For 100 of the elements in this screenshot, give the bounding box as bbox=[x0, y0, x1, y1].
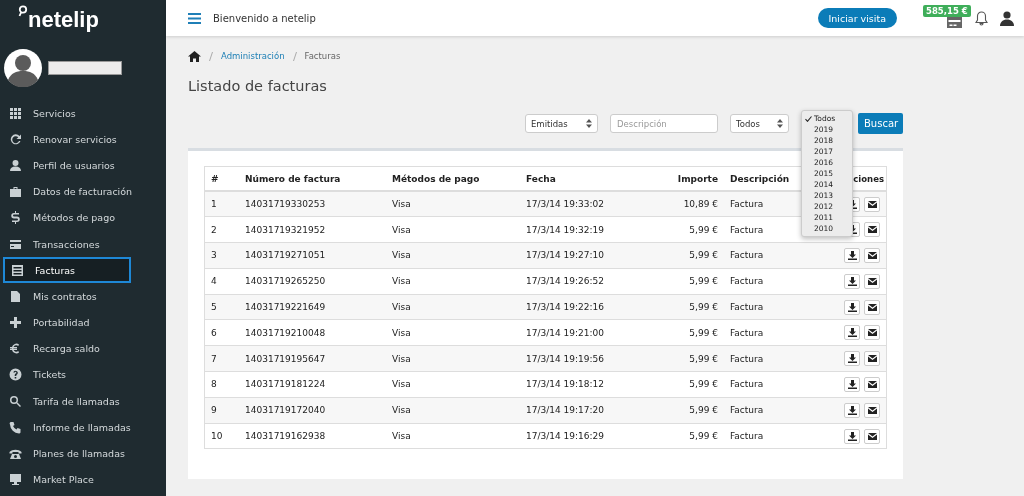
bell-icon[interactable] bbox=[975, 10, 988, 26]
sidebar-item[interactable]: Market Place bbox=[0, 466, 166, 493]
table-cell: 10,89 € bbox=[652, 191, 724, 217]
brand-logo[interactable]: netelip bbox=[28, 9, 99, 31]
sidebar-item[interactable]: Transacciones bbox=[0, 230, 166, 258]
table-cell: 5,99 € bbox=[652, 397, 724, 424]
table-cell: Visa bbox=[386, 423, 520, 449]
table-cell: 5,99 € bbox=[652, 242, 724, 269]
table-cell: 14031719321952 bbox=[239, 216, 386, 243]
download-icon bbox=[847, 379, 857, 389]
table-cell: Factura bbox=[724, 423, 806, 449]
menu-icon[interactable] bbox=[188, 12, 201, 24]
email-button[interactable] bbox=[864, 222, 880, 238]
sidebar-item[interactable]: Renovar servicios bbox=[0, 126, 166, 153]
email-button[interactable] bbox=[864, 402, 880, 418]
help-icon bbox=[9, 368, 22, 382]
download-button[interactable] bbox=[844, 376, 860, 392]
download-button[interactable] bbox=[844, 273, 860, 289]
user-icon[interactable] bbox=[1000, 10, 1014, 26]
email-button[interactable] bbox=[864, 196, 880, 212]
table-cell: 5,99 € bbox=[652, 320, 724, 346]
sidebar-item[interactable]: Portabilidad bbox=[0, 309, 166, 336]
table-cell: 4 bbox=[204, 268, 239, 295]
sidebar-item[interactable]: Planes de llamadas bbox=[0, 440, 166, 467]
table-cell: 14031719271051 bbox=[239, 242, 386, 269]
description-field[interactable]: Descripción bbox=[610, 114, 718, 133]
table-cell: 8 bbox=[204, 371, 239, 398]
table-cell: 14031719195647 bbox=[239, 345, 386, 372]
card-icon[interactable] bbox=[947, 17, 962, 28]
download-button[interactable] bbox=[844, 299, 860, 315]
envelope-icon bbox=[867, 355, 877, 363]
sidebar-item[interactable]: Facturas bbox=[3, 257, 131, 284]
table-cell: 17/3/14 19:17:20 bbox=[520, 397, 652, 424]
table-cell: 10 bbox=[204, 423, 239, 449]
sidebar-item[interactable]: Tarifa de llamadas bbox=[0, 388, 166, 415]
avatar-icon[interactable] bbox=[4, 49, 42, 87]
type-select[interactable]: Emitidas bbox=[525, 114, 598, 133]
download-button[interactable] bbox=[844, 402, 860, 418]
download-icon bbox=[847, 276, 857, 286]
welcome-text: Bienvenido a netelip bbox=[213, 12, 316, 24]
user-icon bbox=[9, 158, 22, 172]
email-button[interactable] bbox=[864, 376, 880, 392]
year-select[interactable]: Todos bbox=[730, 114, 789, 133]
table-cell: Factura bbox=[724, 320, 806, 346]
email-button[interactable] bbox=[864, 273, 880, 289]
start-tour-button[interactable]: Iniciar visita bbox=[817, 8, 897, 28]
table-cell: 14031719265250 bbox=[239, 268, 386, 295]
sidebar-item[interactable]: Mis contratos bbox=[0, 283, 166, 310]
table-cell: Visa bbox=[386, 268, 520, 295]
briefcase-icon bbox=[9, 185, 22, 199]
table-cell: 17/3/14 19:19:56 bbox=[520, 345, 652, 372]
table-cell: 17/3/14 19:21:00 bbox=[520, 320, 652, 346]
updown-icon bbox=[777, 119, 783, 128]
slash-icon bbox=[209, 51, 213, 61]
table-cell: Factura bbox=[724, 216, 806, 243]
pin-icon bbox=[18, 5, 28, 17]
download-icon bbox=[847, 405, 857, 415]
sidebar-item[interactable]: Recarga saldo bbox=[0, 335, 166, 362]
envelope-icon bbox=[867, 277, 877, 285]
updown-icon bbox=[586, 119, 592, 128]
search-icon bbox=[9, 394, 22, 408]
monitor-icon bbox=[9, 473, 22, 487]
table-cell: Visa bbox=[386, 216, 520, 243]
table-cell: Visa bbox=[386, 191, 520, 217]
home-icon[interactable] bbox=[188, 50, 201, 62]
email-button[interactable] bbox=[864, 351, 880, 367]
email-button[interactable] bbox=[864, 428, 880, 444]
search-button[interactable]: Buscar bbox=[858, 113, 903, 134]
table-cell: 3 bbox=[204, 242, 239, 269]
table-cell: 1 bbox=[204, 191, 239, 217]
email-button[interactable] bbox=[864, 299, 880, 315]
email-button[interactable] bbox=[864, 248, 880, 263]
refresh-icon bbox=[9, 132, 22, 146]
download-button[interactable] bbox=[844, 351, 860, 367]
table-cell: Factura bbox=[724, 268, 806, 295]
envelope-icon bbox=[867, 432, 877, 440]
plus-icon bbox=[9, 316, 22, 330]
sidebar-item[interactable]: Informe de llamadas bbox=[0, 414, 166, 441]
email-button[interactable] bbox=[864, 325, 880, 341]
breadcrumb-link[interactable]: Administración bbox=[221, 51, 285, 61]
download-button[interactable] bbox=[844, 428, 860, 444]
envelope-icon bbox=[867, 406, 877, 414]
envelope-icon bbox=[867, 252, 877, 259]
table-cell: 14031719210048 bbox=[239, 320, 386, 346]
sidebar-item[interactable]: Servicios bbox=[0, 100, 166, 127]
sidebar-item[interactable]: Tickets bbox=[0, 361, 166, 389]
table-cell: Visa bbox=[386, 294, 520, 320]
table-cell: 14031719330253 bbox=[239, 191, 386, 217]
table-cell: 5,99 € bbox=[652, 371, 724, 398]
table-cell: Factura bbox=[724, 371, 806, 398]
table-cell: 5,99 € bbox=[652, 216, 724, 243]
grid-icon bbox=[9, 106, 22, 120]
table-cell: 5,99 € bbox=[652, 268, 724, 295]
sidebar-item[interactable]: Perfil de usuarios bbox=[0, 152, 166, 179]
download-button[interactable] bbox=[844, 325, 860, 341]
download-button[interactable] bbox=[844, 248, 860, 263]
sidebar-item[interactable]: Datos de facturación bbox=[0, 178, 166, 205]
table-icon bbox=[11, 263, 24, 277]
table-cell: Factura bbox=[724, 294, 806, 320]
sidebar-item[interactable]: Métodos de pago bbox=[0, 204, 166, 231]
